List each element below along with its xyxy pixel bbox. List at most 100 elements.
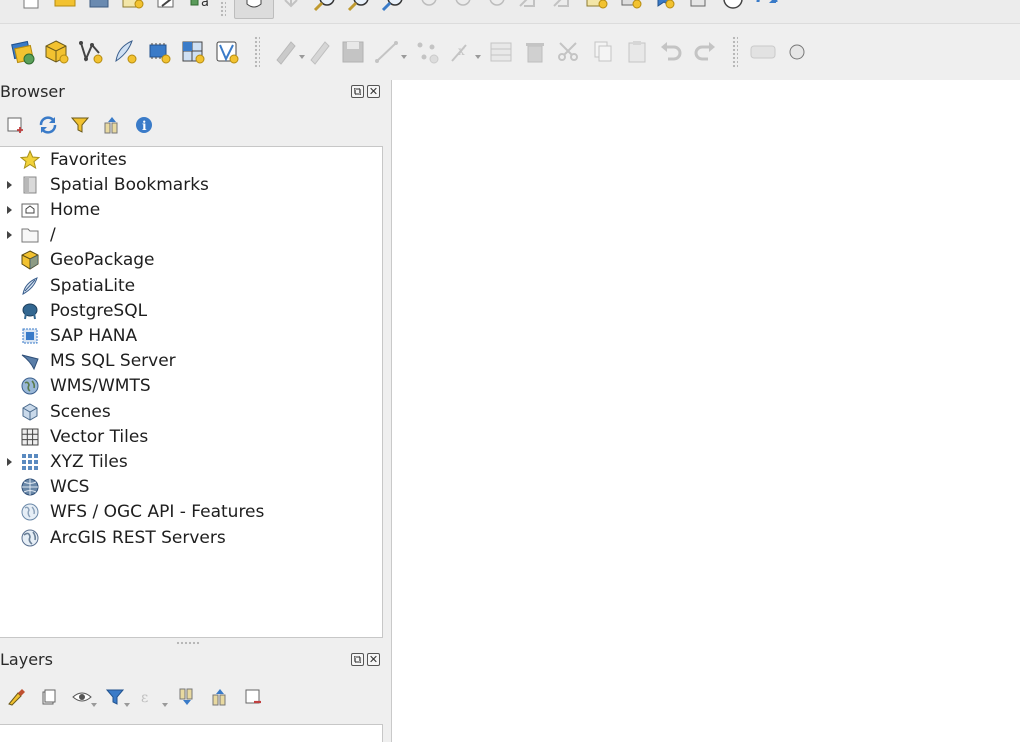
- expand-arrow-icon[interactable]: [0, 223, 18, 248]
- zoom-selection-icon: [421, 0, 437, 6]
- data-source-manager-button[interactable]: [6, 35, 40, 69]
- current-edits-button[interactable]: [268, 35, 305, 69]
- enable-properties-button[interactable]: i: [132, 113, 156, 137]
- pan-to-selection-button[interactable]: [274, 0, 308, 19]
- browser-tree-item[interactable]: Home: [0, 197, 380, 222]
- undock-button[interactable]: ⧉: [351, 85, 364, 98]
- filter-legend-button[interactable]: [103, 685, 130, 709]
- table-edit-icon: [490, 42, 512, 62]
- browser-tree-item[interactable]: MS SQL Server: [0, 349, 380, 374]
- new-temporary-scratch-layer-button[interactable]: [142, 35, 176, 69]
- digitize-line-button[interactable]: [370, 35, 407, 69]
- zoom-next-button[interactable]: [546, 0, 580, 19]
- browser-tree[interactable]: Favorites Spatial Bookmarks Home / GeoPackag…: [0, 146, 383, 638]
- filter-icon: [70, 117, 90, 133]
- browser-tree-item[interactable]: Favorites: [0, 147, 380, 172]
- zoom-native-button[interactable]: [478, 0, 512, 19]
- new-map-view-icon: [586, 0, 608, 8]
- refresh-map-button[interactable]: [750, 0, 784, 19]
- zoom-to-selection-button[interactable]: [410, 0, 444, 19]
- add-group-button[interactable]: [37, 685, 61, 709]
- filter-browser-button[interactable]: [68, 113, 92, 137]
- expand-arrow-icon[interactable]: [0, 449, 18, 474]
- browser-tree-item[interactable]: WCS: [0, 475, 380, 500]
- temporal-controller-button[interactable]: [716, 0, 750, 19]
- toolbar-handle[interactable]: [732, 36, 738, 68]
- add-selected-layers-button[interactable]: [4, 113, 28, 137]
- save-layer-edits-button[interactable]: [336, 35, 370, 69]
- delete-selected-button[interactable]: [518, 35, 552, 69]
- copy-features-button[interactable]: [586, 35, 620, 69]
- expand-all-button[interactable]: [175, 685, 199, 709]
- zoom-full-button[interactable]: [376, 0, 410, 19]
- new-spatial-bookmark-button[interactable]: [648, 0, 682, 19]
- cut-features-button[interactable]: [552, 35, 586, 69]
- spatial-bookmark-icon: [657, 0, 675, 8]
- browser-tree-item[interactable]: SpatiaLite: [0, 273, 380, 298]
- close-panel-button[interactable]: ✕: [367, 85, 380, 98]
- browser-tree-item[interactable]: /: [0, 223, 380, 248]
- browser-tree-item[interactable]: ArcGIS REST Servers: [0, 525, 380, 550]
- new-virtual-layer-button[interactable]: [176, 35, 210, 69]
- layout-manager-button[interactable]: [150, 0, 184, 19]
- zoom-in-button[interactable]: [308, 0, 342, 19]
- layers-tree[interactable]: [0, 724, 383, 742]
- save-project-button[interactable]: [82, 0, 116, 19]
- map-canvas[interactable]: [391, 80, 1020, 742]
- new-spatialite-layer-button[interactable]: [108, 35, 142, 69]
- zoom-last-button[interactable]: [512, 0, 546, 19]
- new-3d-map-view-button[interactable]: [614, 0, 648, 19]
- new-print-layout-button[interactable]: [116, 0, 150, 19]
- layer-labeling-options-button[interactable]: [746, 35, 780, 69]
- panel-splitter[interactable]: [176, 641, 200, 645]
- browser-tree-item[interactable]: WFS / OGC API - Features: [0, 500, 380, 525]
- vertex-tool-button[interactable]: [410, 35, 444, 69]
- close-panel-button[interactable]: ✕: [367, 653, 380, 666]
- pan-selection-icon: [284, 0, 298, 7]
- browser-tree-item[interactable]: PostgreSQL: [0, 298, 380, 323]
- zoom-full-icon: [381, 0, 403, 11]
- browser-tree-item[interactable]: GeoPackage: [0, 248, 380, 273]
- undo-button[interactable]: [654, 35, 688, 69]
- manage-visibility-button[interactable]: [70, 685, 97, 709]
- remove-layer-button[interactable]: [241, 685, 265, 709]
- paste-features-button[interactable]: [620, 35, 654, 69]
- browser-tree-item[interactable]: Spatial Bookmarks: [0, 172, 380, 197]
- open-layer-styling-button[interactable]: [4, 685, 28, 709]
- new-mesh-layer-button[interactable]: [210, 35, 244, 69]
- dropdown-arrow-icon: [91, 703, 97, 707]
- browser-tree-item[interactable]: Vector Tiles: [0, 424, 380, 449]
- undock-button[interactable]: ⧉: [351, 653, 364, 666]
- browser-tree-item[interactable]: SAP HANA: [0, 323, 380, 348]
- new-project-button[interactable]: [14, 0, 48, 19]
- zoom-to-layer-button[interactable]: [444, 0, 478, 19]
- browser-tree-item[interactable]: WMS/WMTS: [0, 374, 380, 399]
- more-tools-button[interactable]: [780, 35, 814, 69]
- toolbar-handle[interactable]: [254, 36, 260, 68]
- toolbar-handle[interactable]: [220, 0, 226, 17]
- new-geopackage-layer-button[interactable]: [40, 35, 74, 69]
- style-manager-button[interactable]: a: [184, 0, 218, 19]
- show-bookmarks-button[interactable]: [682, 0, 716, 19]
- toggle-editing-button[interactable]: [302, 35, 336, 69]
- scenes-cube-icon: [19, 402, 41, 422]
- pan-map-button[interactable]: [234, 0, 274, 19]
- new-shapefile-layer-button[interactable]: [74, 35, 108, 69]
- expand-arrow-icon[interactable]: [0, 197, 18, 222]
- new-map-view-button[interactable]: [580, 0, 614, 19]
- filter-by-expression-button[interactable]: ε: [136, 685, 168, 709]
- collapse-all-button[interactable]: [100, 113, 124, 137]
- zoom-out-button[interactable]: [342, 0, 376, 19]
- redo-button[interactable]: [688, 35, 722, 69]
- attribute-table-edit-button[interactable]: [484, 35, 518, 69]
- browser-tree-item-label: Favorites: [50, 149, 127, 170]
- open-project-button[interactable]: [48, 0, 82, 19]
- refresh-browser-button[interactable]: [36, 113, 60, 137]
- modify-attributes-button[interactable]: x: [444, 35, 481, 69]
- browser-tree-item[interactable]: XYZ Tiles: [0, 449, 380, 474]
- collapse-all-layers-button[interactable]: [208, 685, 232, 709]
- zoom-next-icon: [553, 0, 569, 7]
- browser-tree-item[interactable]: Scenes: [0, 399, 380, 424]
- expand-arrow-icon[interactable]: [0, 172, 18, 197]
